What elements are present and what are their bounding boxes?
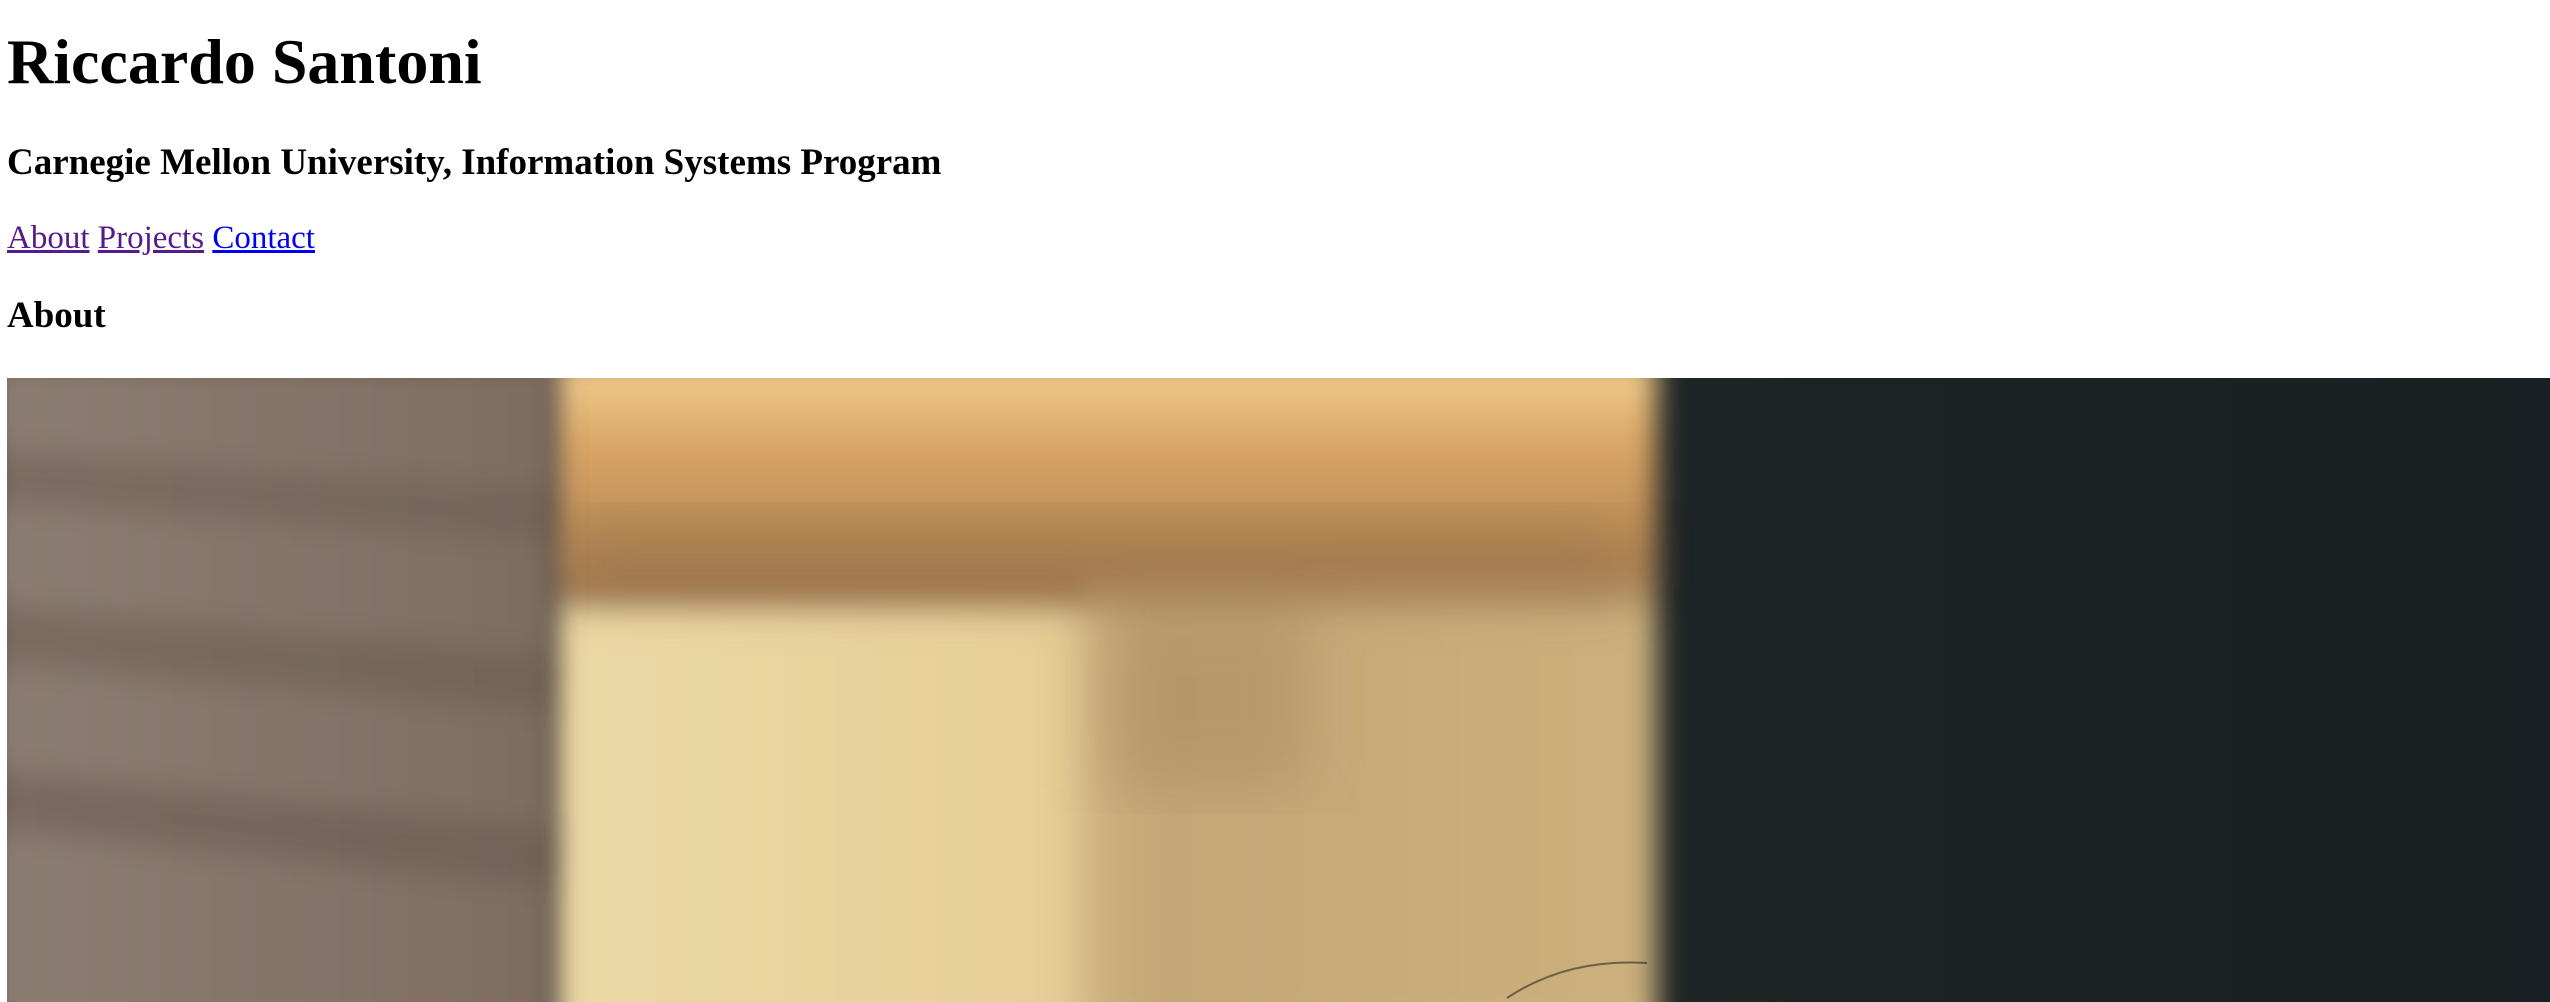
- about-heading: About: [7, 295, 106, 336]
- nav-link-contact[interactable]: Contact: [212, 220, 315, 256]
- nav-bar: About Projects Contact: [7, 216, 315, 260]
- blurred-photo-image: [7, 378, 2550, 1002]
- page-title: Riccardo Santoni: [7, 26, 482, 97]
- profile-photo: [7, 378, 2550, 1002]
- affiliation-subtitle: Carnegie Mellon University, Information …: [7, 142, 942, 183]
- nav-link-projects[interactable]: Projects: [98, 220, 204, 256]
- nav-link-about[interactable]: About: [7, 220, 90, 256]
